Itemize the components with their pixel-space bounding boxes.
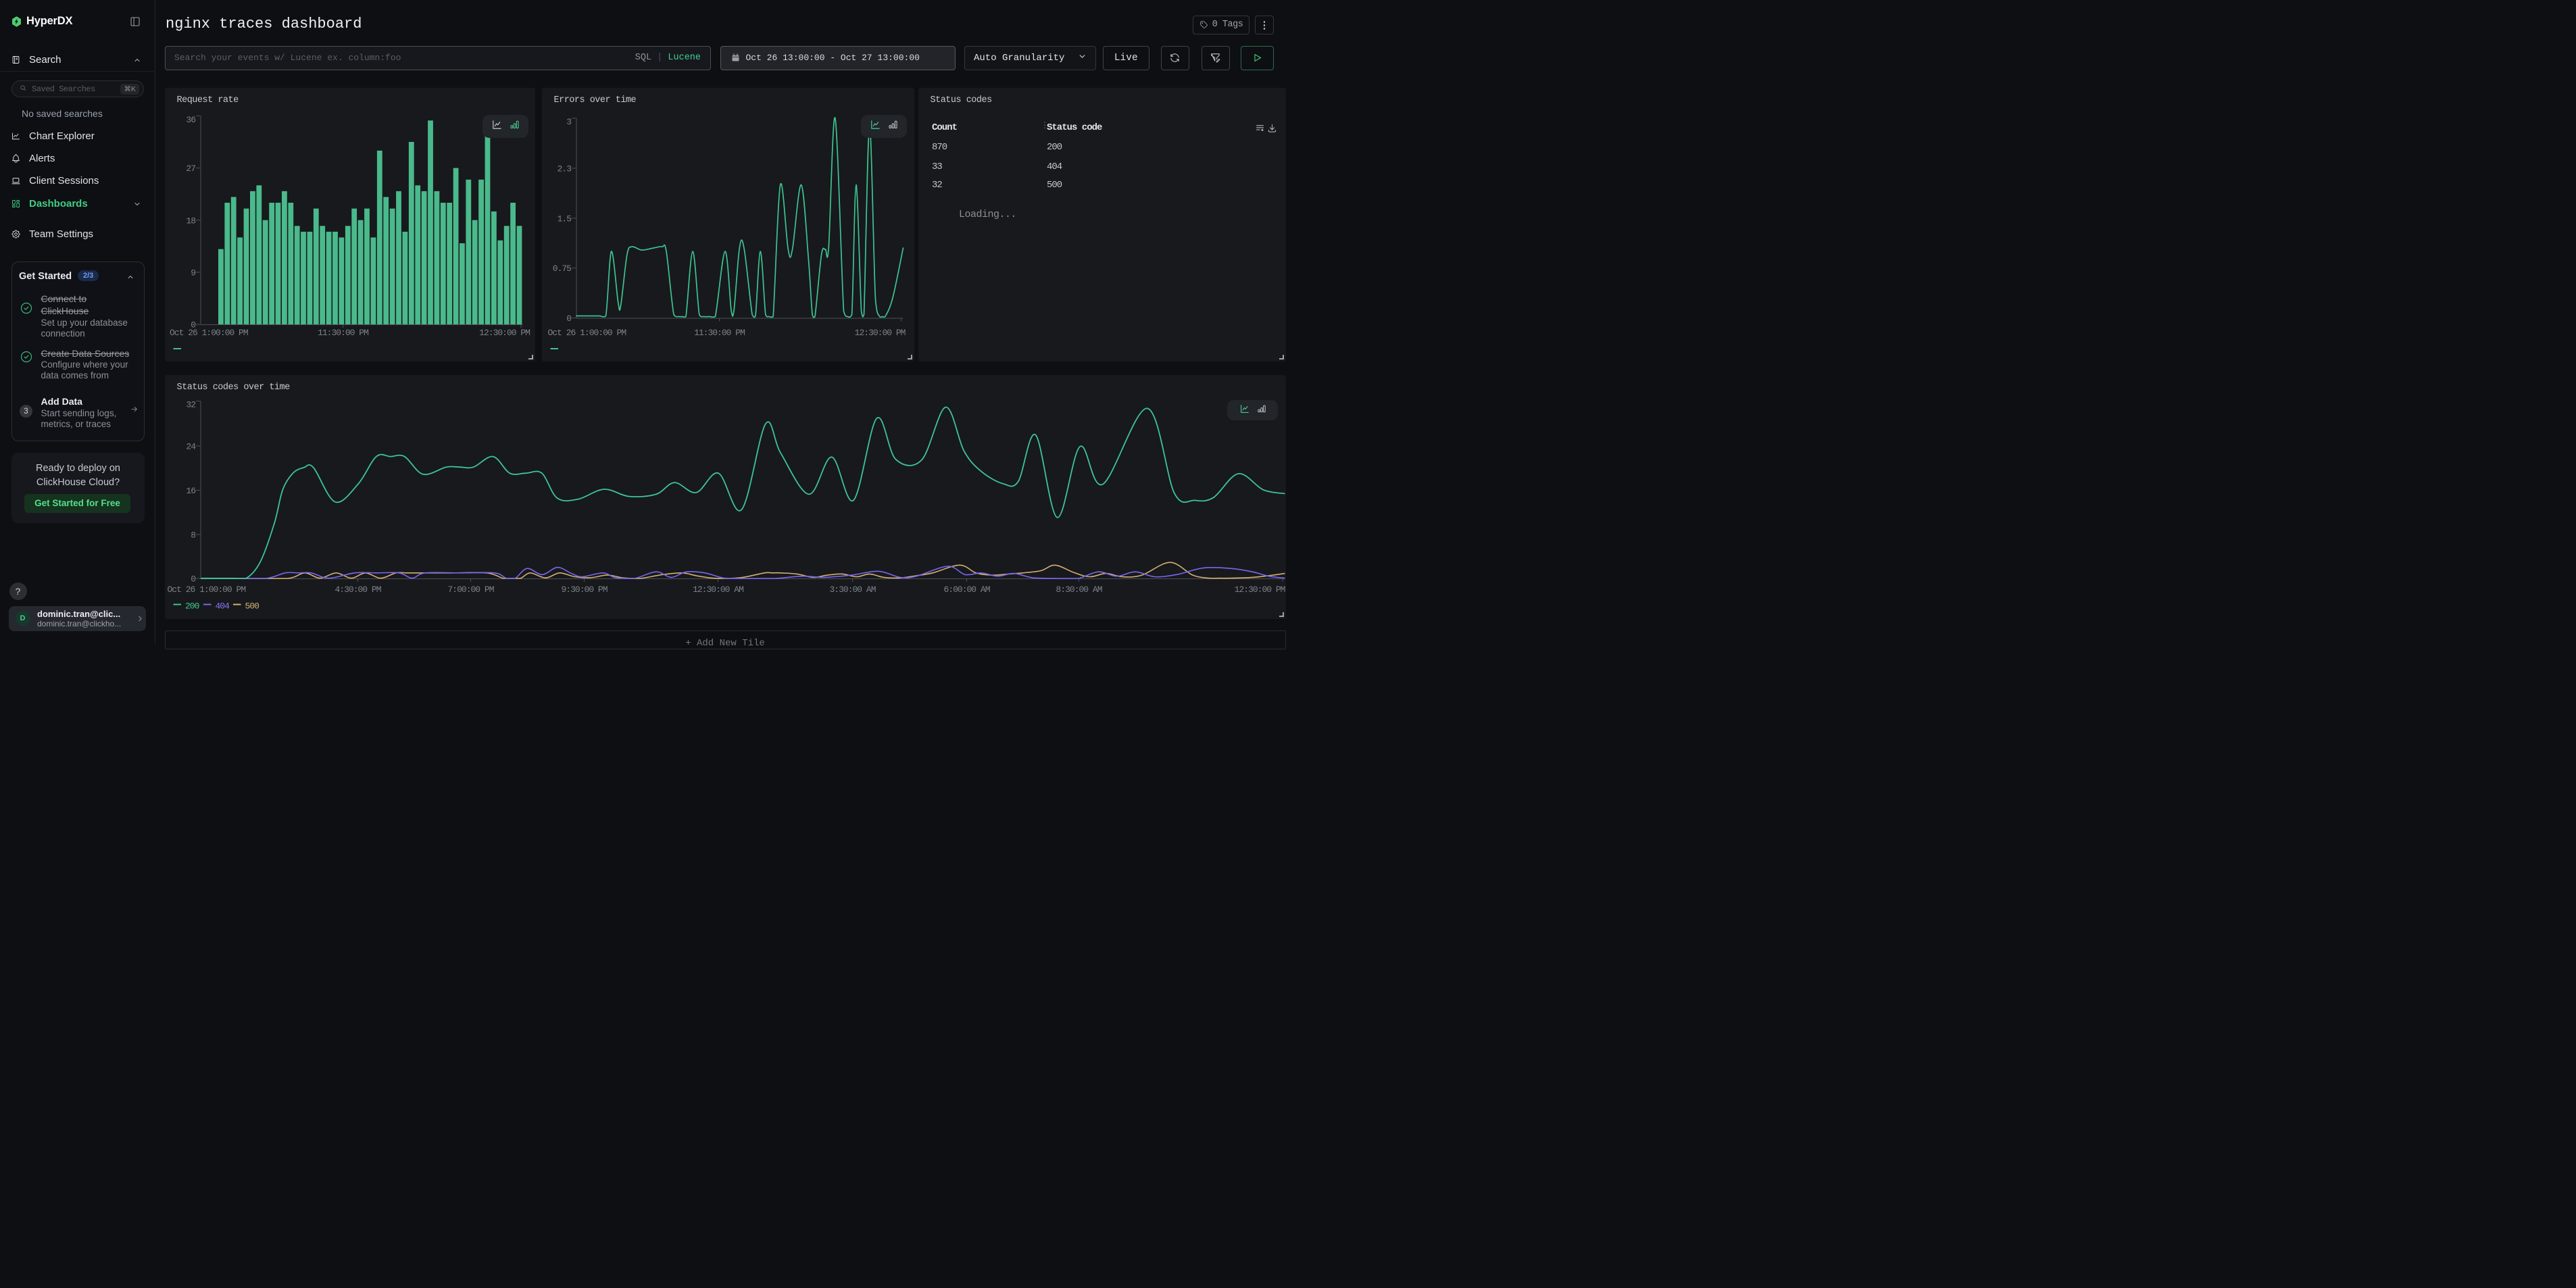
svg-text:0: 0 (566, 314, 571, 324)
svg-text:Oct 26 1:00:00 PM: Oct 26 1:00:00 PM (170, 328, 248, 338)
svg-text:18: 18 (186, 216, 195, 226)
svg-text:6:00:00 AM: 6:00:00 AM (943, 585, 989, 595)
svg-text:27: 27 (186, 164, 195, 174)
svg-text:7:00:00 PM: 7:00:00 PM (447, 585, 493, 595)
svg-text:Oct 26 1:00:00 PM: Oct 26 1:00:00 PM (547, 328, 626, 338)
svg-text:32: 32 (186, 400, 195, 410)
svg-text:2.3: 2.3 (557, 164, 571, 174)
svg-text:36: 36 (186, 115, 195, 125)
svg-text:0: 0 (191, 574, 195, 585)
svg-text:12:30:00 PM: 12:30:00 PM (854, 328, 905, 338)
svg-text:3: 3 (566, 117, 571, 127)
svg-text:16: 16 (186, 486, 195, 496)
svg-text:9: 9 (191, 268, 195, 278)
svg-text:12:30:00 PM: 12:30:00 PM (479, 328, 530, 338)
svg-text:24: 24 (186, 441, 196, 451)
svg-text:11:30:00 PM: 11:30:00 PM (694, 328, 745, 338)
svg-text:500: 500 (245, 601, 259, 612)
svg-text:1.5: 1.5 (557, 214, 571, 224)
svg-text:0.75: 0.75 (552, 264, 570, 274)
svg-text:12:30:00 AM: 12:30:00 AM (693, 585, 743, 595)
svg-text:8: 8 (191, 530, 195, 541)
svg-text:404: 404 (215, 601, 230, 612)
svg-text:Oct 26 1:00:00 PM: Oct 26 1:00:00 PM (167, 585, 245, 595)
svg-text:3:30:00 AM: 3:30:00 AM (829, 585, 875, 595)
svg-text:12:30:00 PM: 12:30:00 PM (1234, 585, 1285, 595)
svg-text:11:30:00 PM: 11:30:00 PM (318, 328, 368, 338)
svg-text:9:30:00 PM: 9:30:00 PM (561, 585, 607, 595)
svg-text:8:30:00 AM: 8:30:00 AM (1056, 585, 1101, 595)
svg-text:4:30:00 PM: 4:30:00 PM (335, 585, 380, 595)
svg-text:200: 200 (185, 601, 199, 612)
